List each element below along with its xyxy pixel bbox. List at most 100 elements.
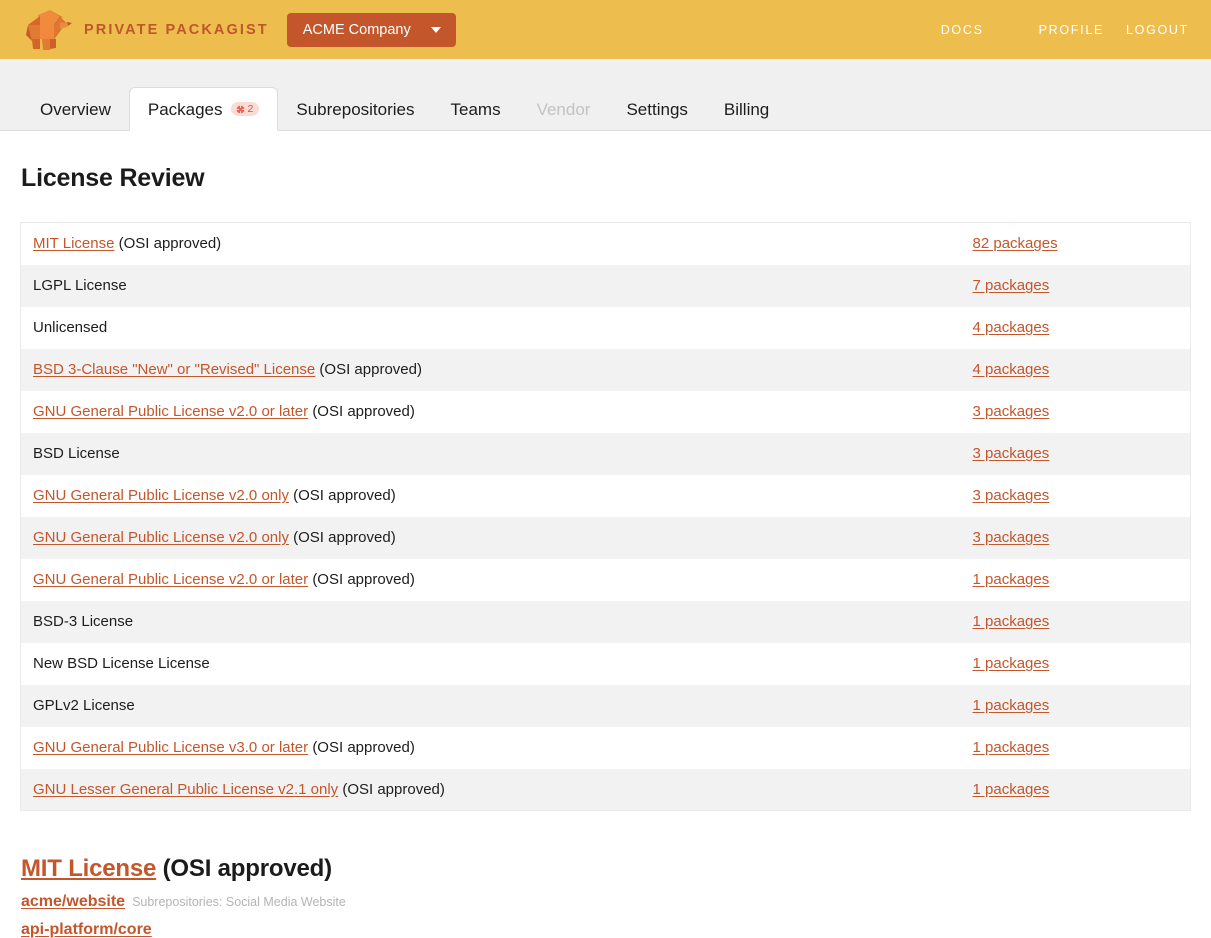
license-name-link[interactable]: GNU Lesser General Public License v2.1 o… bbox=[33, 781, 338, 798]
license-name-cell: GNU General Public License v3.0 or later… bbox=[21, 727, 959, 769]
table-row: GNU General Public License v2.0 only (OS… bbox=[21, 475, 1191, 517]
tab-settings[interactable]: Settings bbox=[608, 88, 705, 131]
license-name-text: GPLv2 License bbox=[33, 697, 135, 714]
table-row: GNU Lesser General Public License v2.1 o… bbox=[21, 769, 1191, 811]
license-name-cell: MIT License (OSI approved) bbox=[21, 223, 959, 265]
nav-link-profile[interactable]: PROFILE bbox=[1039, 23, 1104, 37]
license-name-cell: GPLv2 License bbox=[21, 685, 959, 727]
package-count-link[interactable]: 4 packages bbox=[973, 361, 1050, 378]
package-count-link[interactable]: 1 packages bbox=[973, 655, 1050, 672]
package-count-cell: 3 packages bbox=[959, 475, 1191, 517]
table-row: BSD License 3 packages bbox=[21, 433, 1191, 475]
package-count-link[interactable]: 1 packages bbox=[973, 613, 1050, 630]
table-row: GPLv2 License 1 packages bbox=[21, 685, 1191, 727]
license-name-link[interactable]: GNU General Public License v2.0 or later bbox=[33, 571, 308, 588]
tab-vendor: Vendor bbox=[519, 88, 609, 131]
package-link[interactable]: acme/website bbox=[21, 893, 125, 911]
osi-approved-note: (OSI approved) bbox=[293, 529, 396, 546]
tab-settings-label: Settings bbox=[626, 88, 687, 131]
license-name-cell: GNU General Public License v2.0 or later… bbox=[21, 559, 959, 601]
license-name-text: BSD License bbox=[33, 445, 120, 462]
package-count-link[interactable]: 1 packages bbox=[973, 697, 1050, 714]
osi-approved-note: (OSI approved) bbox=[342, 781, 445, 798]
tab-teams[interactable]: Teams bbox=[433, 88, 519, 131]
license-name-cell: LGPL License bbox=[21, 265, 959, 307]
license-name-cell: Unlicensed bbox=[21, 307, 959, 349]
nav-link-docs[interactable]: DOCS bbox=[941, 23, 984, 37]
package-count-cell: 3 packages bbox=[959, 517, 1191, 559]
license-name-cell: GNU General Public License v2.0 only (OS… bbox=[21, 475, 959, 517]
table-row: Unlicensed 4 packages bbox=[21, 307, 1191, 349]
package-count-link[interactable]: 3 packages bbox=[973, 403, 1050, 420]
org-selector-button[interactable]: ACME Company bbox=[287, 13, 456, 47]
license-name-cell: GNU General Public License v2.0 only (OS… bbox=[21, 517, 959, 559]
table-row: LGPL License 7 packages bbox=[21, 265, 1191, 307]
osi-approved-note: (OSI approved) bbox=[312, 403, 415, 420]
package-count-link[interactable]: 1 packages bbox=[973, 781, 1050, 798]
table-row: GNU General Public License v2.0 only (OS… bbox=[21, 517, 1191, 559]
nav-link-logout[interactable]: LOGOUT bbox=[1126, 23, 1189, 37]
tab-packages[interactable]: Packages 2 bbox=[129, 87, 279, 131]
license-detail-link[interactable]: MIT License bbox=[21, 855, 156, 882]
list-item: acme/website Subrepositories: Social Medi… bbox=[21, 893, 1191, 911]
osi-approved-note: (OSI approved) bbox=[293, 487, 396, 504]
tab-overview[interactable]: Overview bbox=[22, 88, 129, 131]
top-header-bar: PRIVATE PACKAGIST ACME Company DOCS PROF… bbox=[0, 0, 1211, 59]
package-count-link[interactable]: 1 packages bbox=[973, 739, 1050, 756]
packages-alert-badge: 2 bbox=[231, 102, 260, 117]
license-name-link[interactable]: BSD 3-Clause "New" or "Revised" License bbox=[33, 361, 315, 378]
license-name-link[interactable]: GNU General Public License v3.0 or later bbox=[33, 739, 308, 756]
package-count-link[interactable]: 3 packages bbox=[973, 529, 1050, 546]
license-name-text: Unlicensed bbox=[33, 319, 107, 336]
package-link[interactable]: api-platform/core bbox=[21, 921, 152, 938]
table-row: MIT License (OSI approved) 82 packages bbox=[21, 223, 1191, 265]
license-name-cell: BSD 3-Clause "New" or "Revised" License … bbox=[21, 349, 959, 391]
license-name-cell: BSD-3 License bbox=[21, 601, 959, 643]
table-row: BSD 3-Clause "New" or "Revised" License … bbox=[21, 349, 1191, 391]
license-name-cell: GNU Lesser General Public License v2.1 o… bbox=[21, 769, 959, 811]
license-name-link[interactable]: MIT License bbox=[33, 235, 114, 252]
package-count-cell: 1 packages bbox=[959, 559, 1191, 601]
package-count-cell: 3 packages bbox=[959, 433, 1191, 475]
tab-subrepositories-label: Subrepositories bbox=[296, 88, 414, 131]
license-name-text: LGPL License bbox=[33, 277, 127, 294]
table-row: New BSD License License 1 packages bbox=[21, 643, 1191, 685]
main-content: License Review MIT License (OSI approved… bbox=[0, 164, 1211, 938]
package-count-link[interactable]: 1 packages bbox=[973, 571, 1050, 588]
tab-billing[interactable]: Billing bbox=[706, 88, 787, 131]
table-row: GNU General Public License v2.0 or later… bbox=[21, 391, 1191, 433]
table-row: GNU General Public License v2.0 or later… bbox=[21, 559, 1191, 601]
license-name-link[interactable]: GNU General Public License v2.0 or later bbox=[33, 403, 308, 420]
header-nav: DOCS PROFILE LOGOUT bbox=[941, 23, 1189, 37]
table-row: BSD-3 License 1 packages bbox=[21, 601, 1191, 643]
package-count-cell: 1 packages bbox=[959, 685, 1191, 727]
table-row: GNU General Public License v3.0 or later… bbox=[21, 727, 1191, 769]
license-review-table: MIT License (OSI approved) 82 packages LGP… bbox=[20, 222, 1191, 811]
license-detail-heading: MIT License (OSI approved) bbox=[21, 855, 1191, 883]
package-count-link[interactable]: 4 packages bbox=[973, 319, 1050, 336]
tab-bar: Overview Packages 2 Subrepositories Team… bbox=[0, 59, 1211, 131]
list-item: api-platform/core bbox=[21, 921, 1191, 938]
package-subrepositories-note: Subrepositories: Social Media Website bbox=[132, 896, 346, 910]
bug-icon bbox=[236, 105, 245, 114]
package-count-cell: 7 packages bbox=[959, 265, 1191, 307]
license-detail-section: MIT License (OSI approved) acme/website S… bbox=[20, 855, 1191, 938]
osi-approved-note: (OSI approved) bbox=[119, 235, 222, 252]
elephant-logo-icon bbox=[20, 9, 74, 51]
tab-subrepositories[interactable]: Subrepositories bbox=[278, 88, 432, 131]
package-count-link[interactable]: 7 packages bbox=[973, 277, 1050, 294]
package-count-link[interactable]: 3 packages bbox=[973, 487, 1050, 504]
license-name-text: New BSD License License bbox=[33, 655, 210, 672]
osi-approved-note: (OSI approved) bbox=[312, 571, 415, 588]
license-detail-package-list: acme/website Subrepositories: Social Medi… bbox=[21, 893, 1191, 938]
tab-packages-label: Packages bbox=[148, 88, 223, 131]
package-count-cell: 3 packages bbox=[959, 391, 1191, 433]
package-count-link[interactable]: 82 packages bbox=[973, 235, 1058, 252]
chevron-down-icon bbox=[431, 27, 441, 33]
license-name-link[interactable]: GNU General Public License v2.0 only bbox=[33, 487, 289, 504]
package-count-link[interactable]: 3 packages bbox=[973, 445, 1050, 462]
license-name-text: BSD-3 License bbox=[33, 613, 133, 630]
tab-billing-label: Billing bbox=[724, 88, 769, 131]
license-name-link[interactable]: GNU General Public License v2.0 only bbox=[33, 529, 289, 546]
package-count-cell: 1 packages bbox=[959, 643, 1191, 685]
